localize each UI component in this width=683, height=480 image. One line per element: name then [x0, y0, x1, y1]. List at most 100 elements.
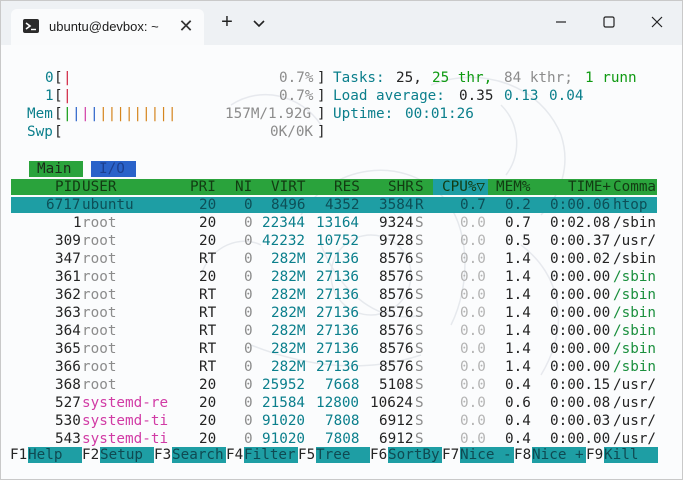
cell-ni: 0	[244, 359, 253, 375]
cell-s: S	[415, 233, 424, 249]
cell-ni: 0	[244, 269, 253, 285]
cpu0-label: 0	[45, 70, 54, 86]
swp-label: Swp	[27, 124, 53, 140]
cell-user: root	[82, 341, 117, 357]
swp-value: 0K/0K	[270, 124, 314, 140]
cell-pid: 527	[55, 395, 81, 411]
cell-ni: 0	[244, 251, 253, 267]
cell-mem: 0.4	[505, 413, 531, 429]
load15: 0.04	[549, 88, 584, 104]
fkey-label: Search	[172, 447, 224, 463]
cell-virt: 282M	[271, 305, 306, 321]
cell-cmd: /sbin	[613, 341, 657, 357]
cell-ni: 0	[244, 413, 253, 429]
fkey-label: Kill	[604, 447, 639, 463]
cell-user: root	[82, 215, 117, 231]
cell-res: 27136	[316, 323, 360, 339]
cell-cpu: 0.0	[460, 359, 486, 375]
cell-res: 12800	[316, 395, 360, 411]
tasks-label: Tasks:	[333, 70, 385, 86]
cell-s: S	[415, 341, 424, 357]
cell-cmd: /usr/	[613, 377, 657, 393]
cell-pid: 363	[55, 305, 81, 321]
cell-shr: 8576	[379, 251, 414, 267]
cell-cmd: /sbin	[613, 269, 657, 285]
new-tab-button[interactable]: +	[215, 11, 239, 35]
cell-mem: 1.4	[505, 341, 531, 357]
cell-cmd: /sbin	[613, 215, 657, 231]
cell-shr: 8576	[379, 305, 414, 321]
cell-ni: 0	[244, 287, 253, 303]
cell-shr: 9324	[379, 215, 414, 231]
cell-pid: 368	[55, 377, 81, 393]
close-window-icon[interactable]	[636, 7, 676, 37]
cell-time: 0:00.02	[550, 251, 611, 267]
cell-ni: 0	[244, 215, 253, 231]
cell-virt: 282M	[271, 359, 306, 375]
cell-pri: RT	[199, 341, 217, 357]
tab-io[interactable]: I/O	[91, 161, 136, 177]
cell-pri: RT	[199, 359, 217, 375]
column-header-cmd: Comma	[613, 179, 657, 195]
cell-user: systemd-re	[82, 395, 169, 411]
cell-mem: 1.4	[505, 251, 531, 267]
close-tab-icon[interactable]: ✕	[175, 15, 197, 37]
cell-cpu: 0.0	[460, 395, 486, 411]
cell-time: 0:00.08	[550, 395, 611, 411]
minimize-icon[interactable]	[541, 7, 581, 37]
cell-pid: 309	[55, 233, 81, 249]
cell-user: ubuntu	[82, 197, 134, 213]
cell-virt: 282M	[271, 323, 306, 339]
fkey-f1: F1	[10, 447, 28, 463]
load-label: Load average:	[333, 88, 445, 104]
cell-res: 7668	[325, 377, 360, 393]
fkey-label: Setup	[100, 447, 144, 463]
maximize-icon[interactable]	[588, 7, 628, 37]
cell-shr: 3584	[379, 197, 414, 213]
cell-cpu: 0.0	[460, 233, 486, 249]
tab-ubuntu-devbox[interactable]: ubuntu@devbox: ~ ✕	[11, 9, 204, 45]
cell-pri: 20	[199, 269, 217, 285]
column-header-pri: PRI	[190, 179, 216, 195]
cell-user: root	[82, 269, 117, 285]
column-header-ni: NI	[235, 179, 253, 195]
cell-s: S	[415, 377, 424, 393]
cell-mem: 1.4	[505, 359, 531, 375]
cell-virt: 91020	[262, 413, 306, 429]
cell-pid: 364	[55, 323, 81, 339]
fkey-label: Tree	[316, 447, 351, 463]
cell-pri: RT	[199, 305, 217, 321]
threads-count: 25 thr,	[432, 70, 493, 86]
cell-time: 0:02.08	[550, 215, 611, 231]
cell-pri: RT	[199, 323, 217, 339]
tab-main-label: Main	[37, 161, 72, 177]
cell-mem: 1.4	[505, 287, 531, 303]
fkey-f8: F8	[514, 447, 532, 463]
cell-res: 4352	[325, 197, 360, 213]
cell-virt: 282M	[271, 287, 306, 303]
cell-mem: 0.6	[505, 395, 531, 411]
uptime-label: Uptime:	[333, 106, 394, 122]
column-header-pid: PID	[55, 179, 81, 195]
cell-user: root	[82, 287, 117, 303]
cell-res: 27136	[316, 269, 360, 285]
mem-value: 157M/1.92G	[225, 106, 312, 122]
cell-virt: 25952	[262, 377, 306, 393]
cell-virt: 21584	[262, 395, 306, 411]
fkey-f2: F2	[82, 447, 100, 463]
terminal-pane[interactable]: 0[| 0.7%] 1[| 0.7%] Mem[| | | | ||||||||| 157M/…	[1, 45, 682, 479]
chevron-down-icon[interactable]	[247, 11, 271, 35]
cpu1-value: 0.7%	[279, 88, 314, 104]
cell-ni: 0	[244, 341, 253, 357]
cell-virt: 22344	[262, 215, 306, 231]
cell-shr: 10624	[370, 395, 414, 411]
cell-pri: RT	[199, 251, 217, 267]
cell-s: S	[415, 251, 424, 267]
cell-cpu: 0.0	[460, 341, 486, 357]
fkey-f3: F3	[154, 447, 172, 463]
cell-virt: 42232	[262, 233, 306, 249]
cell-user: root	[82, 359, 117, 375]
cell-res: 27136	[316, 287, 360, 303]
cell-virt: 8496	[271, 197, 306, 213]
tab-main[interactable]: Main	[29, 161, 83, 177]
